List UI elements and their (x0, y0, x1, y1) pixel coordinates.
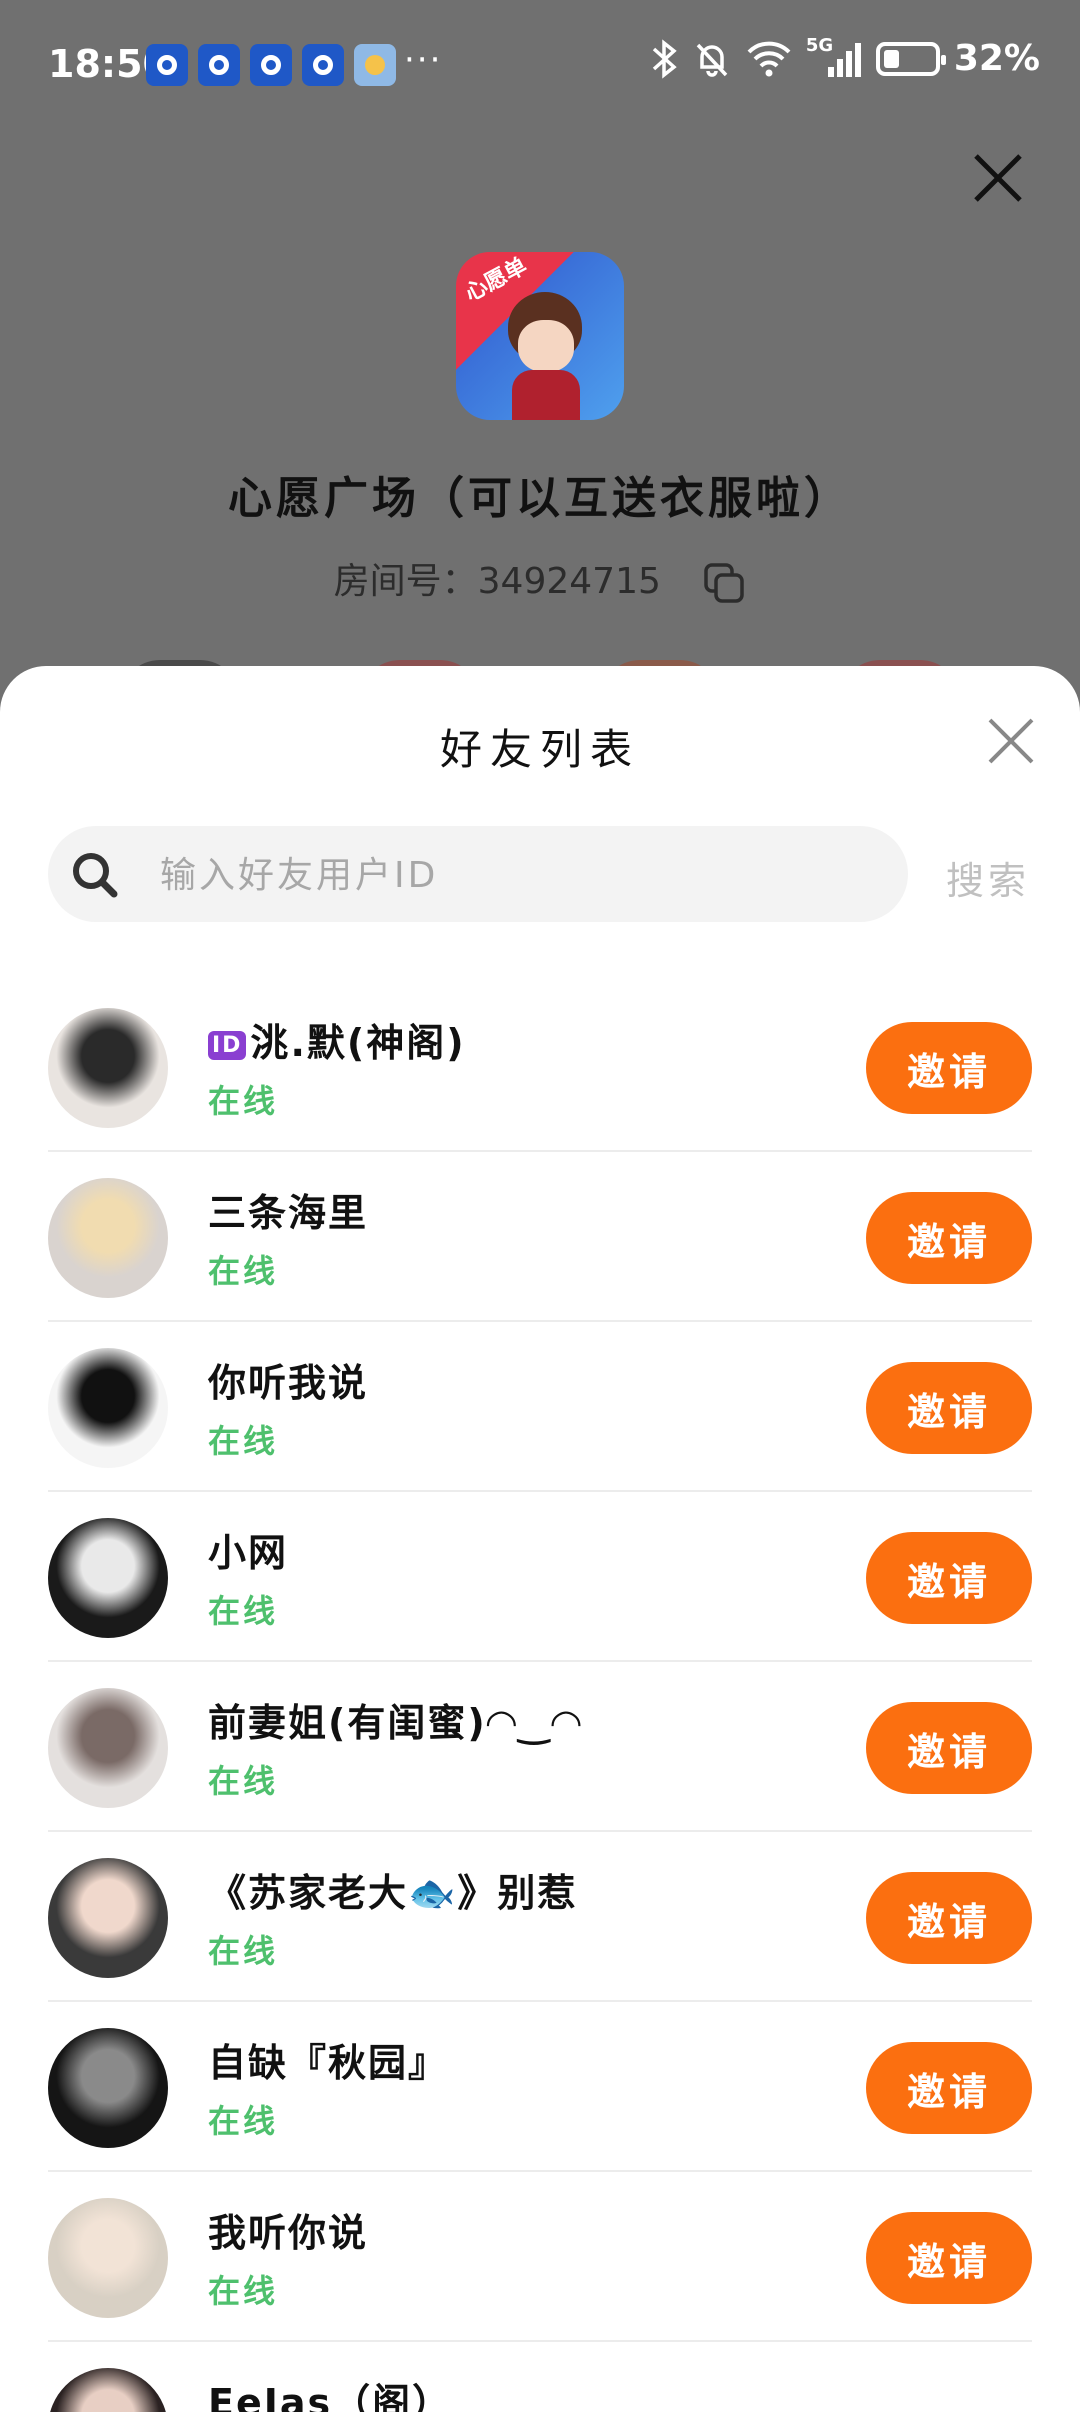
friend-avatar[interactable] (48, 1688, 168, 1808)
friend-name-text: 我听你说 (208, 2211, 369, 2255)
app-notification-icon (302, 44, 344, 86)
invite-button[interactable]: 邀请 (866, 1872, 1032, 1964)
friend-name-text: 小网 (208, 1531, 289, 1575)
room-title: 心愿广场（可以互送衣服啦） (228, 473, 852, 524)
more-notifications-indicator: ··· (404, 40, 443, 80)
invite-button[interactable]: 邀请 (866, 1022, 1032, 1114)
friend-avatar[interactable] (48, 1178, 168, 1298)
search-box (48, 826, 908, 922)
wifi-icon (747, 41, 791, 76)
friend-row[interactable]: 我听你说在线 邀请 (48, 2172, 1032, 2342)
logo-character-face (518, 320, 574, 372)
friend-name-text: 洮.默(神阁) (250, 1021, 466, 1065)
friend-name-text: 你听我说 (208, 1361, 369, 1405)
bluetooth-icon (652, 38, 677, 79)
invite-button[interactable]: 邀请 (866, 1702, 1032, 1794)
friend-name-text: EeIas（阁） (208, 2381, 453, 2412)
battery-percentage: 32% (953, 38, 1040, 79)
room-logo: 心愿单 (456, 252, 624, 420)
friend-avatar[interactable] (48, 1008, 168, 1128)
sheet-title: 好友列表 (439, 725, 640, 774)
friend-name: 我听你说 (208, 2202, 368, 2257)
friend-name-text: 《苏家老大🐟》别惹 (208, 1871, 578, 1915)
friend-name-text: 自缺『秋园』 (208, 2041, 449, 2085)
online-status: 在线 (208, 1592, 279, 1630)
status-bar: 18:50 ··· 5G 32% (0, 0, 1080, 130)
id-badge-icon: ID (208, 1031, 247, 1060)
notification-icons (146, 44, 396, 86)
friend-id-input[interactable] (158, 848, 882, 902)
room-id-label: 房间号： (333, 561, 478, 602)
close-icon[interactable] (982, 712, 1040, 770)
friend-avatar[interactable] (48, 2198, 168, 2318)
invite-button[interactable]: 邀请 (866, 1532, 1032, 1624)
friend-name: 三条海里 (208, 1182, 368, 1237)
online-status: 在线 (208, 1252, 279, 1290)
friend-row[interactable]: 三条海里在线 邀请 (48, 1152, 1032, 1322)
copy-icon[interactable] (702, 561, 746, 605)
friend-name-text: 前妻姐(有闺蜜)◠‿◠ (208, 1701, 583, 1745)
online-status: 在线 (208, 2102, 279, 2140)
online-status: 在线 (208, 1932, 279, 1970)
friend-list: ID 洮.默(神阁) 在线 邀请 三条海里 在线 邀请 你听我说 在线 邀请 小网 在线 邀请 前妻姐(有… (48, 982, 1032, 2412)
friend-name: EeIas（阁） (208, 2372, 452, 2412)
online-status: 在线 (208, 1422, 279, 1460)
friend-name-text: 三条海里 (208, 1191, 369, 1235)
friend-row[interactable]: 你听我说在线 邀请 (48, 1322, 1032, 1492)
friend-avatar[interactable] (48, 1858, 168, 1978)
room-id-value: 34924715 (477, 561, 661, 602)
invite-button[interactable]: 邀请 (866, 1192, 1032, 1284)
app-notification-icon (146, 44, 188, 86)
online-status: 在线 (208, 1082, 279, 1120)
friend-avatar[interactable] (48, 2028, 168, 2148)
invite-button[interactable]: 邀请 (866, 2042, 1032, 2134)
friend-row[interactable]: 自缺『秋园』在线 邀请 (48, 2002, 1032, 2172)
cellular-signal-icon: 5G (806, 35, 862, 79)
friend-name: 自缺『秋园』 (208, 2032, 448, 2087)
status-icons: 5G 32% (652, 35, 1040, 79)
friend-avatar[interactable] (48, 1348, 168, 1468)
invite-button[interactable]: 邀请 (866, 2212, 1032, 2304)
battery-icon (875, 41, 946, 76)
friend-list-sheet: 好友列表 搜索 ID洮.默(神阁)在线邀请三条海里在线邀请你听我说在线邀请小网在… (0, 666, 1080, 2412)
friend-name: 小网 (208, 1522, 288, 1577)
friend-row[interactable]: 小网在线 邀请 (48, 1492, 1032, 1662)
invite-button[interactable]: 邀请 (866, 1362, 1032, 1454)
weather-notification-icon (354, 44, 396, 86)
friend-name: 你听我说 (208, 1352, 368, 1407)
bell-muted-icon (696, 43, 728, 77)
online-status: 在线 (208, 1762, 279, 1800)
app-notification-icon (250, 44, 292, 86)
app-notification-icon (198, 44, 240, 86)
logo-character-body (512, 370, 580, 420)
friend-name: 《苏家老大🐟》别惹 (208, 1862, 577, 1917)
friend-row[interactable]: 《苏家老大🐟》别惹在线 邀请 (48, 1832, 1032, 2002)
friend-name: 前妻姐(有闺蜜)◠‿◠ (208, 1692, 583, 1747)
online-status: 在线 (208, 2272, 279, 2310)
friend-row[interactable]: 前妻姐(有闺蜜)◠‿◠ 在线 邀请 (48, 1662, 1032, 1832)
room-id: 房间号：34924715 (0, 552, 1080, 605)
room-close-icon[interactable] (968, 148, 1028, 208)
friend-name: ID 洮.默(神阁) (208, 1012, 466, 1067)
search-button[interactable]: 搜索 (946, 850, 1030, 905)
friend-row[interactable]: ID 洮.默(神阁) 在线 邀请 (48, 982, 1032, 1152)
friend-avatar[interactable] (48, 1518, 168, 1638)
friend-row[interactable]: EeIas（阁） (48, 2342, 1032, 2412)
search-icon (73, 853, 118, 898)
friend-avatar[interactable] (48, 2368, 168, 2412)
